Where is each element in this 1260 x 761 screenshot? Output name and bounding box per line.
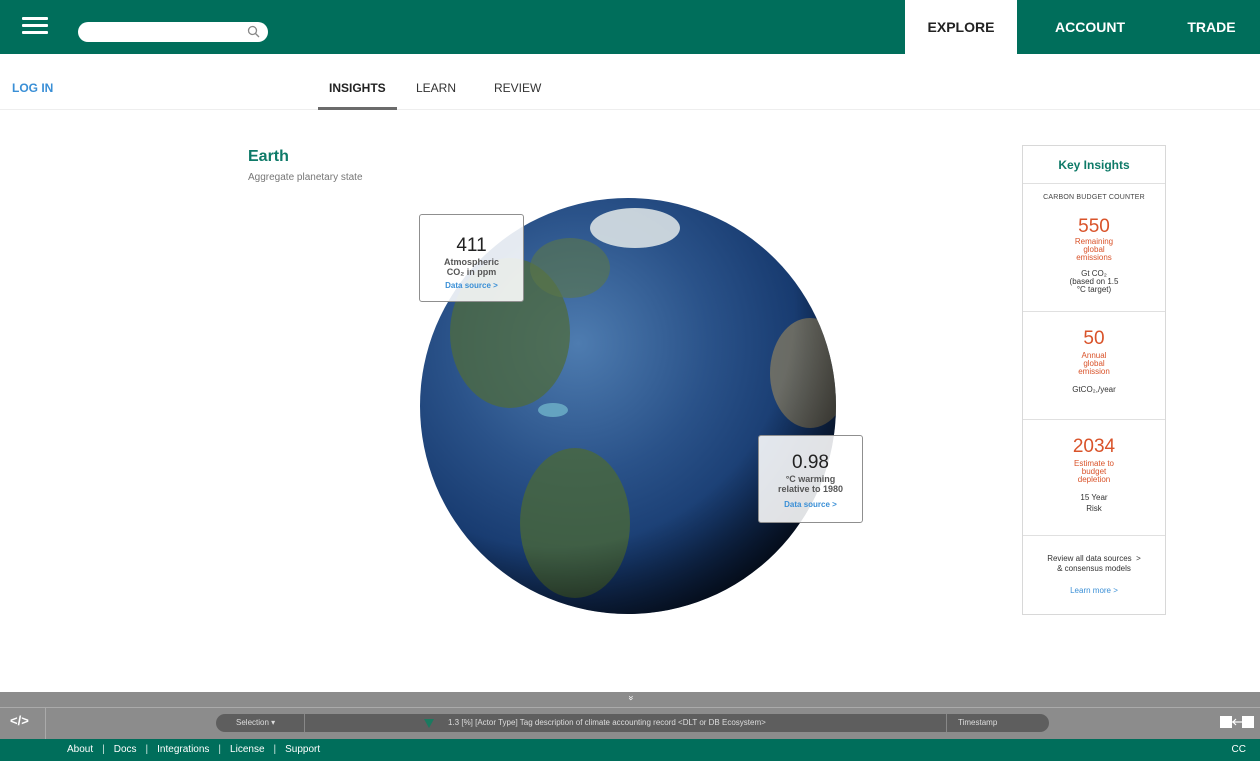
budget-unit-3: °C target)	[1076, 285, 1112, 294]
dev-bar-divider	[0, 707, 1260, 708]
page-subtitle: Aggregate planetary state	[248, 172, 363, 183]
timestamp-field[interactable]: Timestamp	[958, 718, 997, 727]
top-bar: EXPLORE ACCOUNT TRADE	[0, 0, 1260, 54]
tab-insights[interactable]: INSIGHTS	[329, 81, 386, 95]
selection-dropdown[interactable]: Selection ▾	[236, 718, 275, 727]
footer: About | Docs | Integrations | License | Supp…	[0, 739, 1260, 761]
budget-line-3: emissions	[1076, 253, 1112, 262]
warming-callout: 0.98 °C warming relative to 1980 Data so…	[758, 435, 863, 523]
co2-callout: 411 Atmospheric CO₂ in ppm Data source >	[419, 214, 524, 302]
nav-tab-account[interactable]: ACCOUNT	[1017, 0, 1163, 54]
cc-license-link[interactable]: CC	[1232, 744, 1246, 755]
footer-docs-link[interactable]: Docs	[114, 744, 137, 755]
search-input[interactable]	[78, 22, 268, 42]
tab-learn[interactable]: LEARN	[416, 81, 456, 95]
login-link[interactable]: LOG IN	[12, 81, 53, 95]
footer-links: About | Docs | Integrations | License | Supp…	[67, 744, 321, 755]
review-line-1: Review all data sources >	[1047, 554, 1141, 563]
active-tab-indicator	[318, 107, 397, 110]
footer-support-link[interactable]: Support	[285, 744, 320, 755]
warming-label-1: °C warming	[785, 474, 836, 484]
pill-divider-1	[304, 714, 305, 732]
review-sources-block: Review all data sources > & consensus mo…	[1023, 554, 1165, 595]
nav-tab-explore[interactable]: EXPLORE	[905, 0, 1017, 54]
depletion-unit-2: Risk	[1086, 504, 1102, 513]
carbon-budget-counter-label: CARBON BUDGET COUNTER	[1043, 194, 1145, 201]
record-bar: Selection ▾ 1.3 [%] [Actor Type] Tag des…	[216, 714, 1049, 732]
depletion-line-3: depletion	[1077, 475, 1111, 484]
co2-label-1: Atmospheric	[443, 257, 499, 267]
pill-divider-2	[946, 714, 947, 732]
hamburger-menu-icon[interactable]	[22, 17, 48, 37]
budget-remaining-value: 550	[1078, 216, 1110, 237]
record-description: 1.3 [%] [Actor Type] Tag description of …	[448, 718, 766, 727]
nav-tab-trade[interactable]: TRADE	[1163, 0, 1260, 54]
depletion-unit-1: 15 Year	[1080, 493, 1108, 502]
warming-data-source-link[interactable]: Data source >	[759, 500, 862, 509]
tab-review[interactable]: REVIEW	[494, 81, 541, 95]
footer-license-link[interactable]: License	[230, 744, 264, 755]
warming-label-2: relative to 1980	[777, 484, 844, 494]
learn-more-link[interactable]: Learn more >	[1023, 586, 1165, 595]
warming-value: 0.98	[792, 452, 829, 473]
developer-bar: » </> Selection ▾ 1.3 [%] [Actor Type] T…	[0, 692, 1260, 739]
budget-remaining-block: 550 Remaining global emissions Gt CO₂ (b…	[1023, 208, 1165, 312]
review-sources-link[interactable]: Review all data sources > & consensus mo…	[1023, 554, 1165, 574]
key-insights-title: Key Insights	[1023, 146, 1165, 184]
annual-emission-value: 50	[1083, 328, 1105, 349]
annual-emission-block: 50 Annual global emission GtCO₂,/year	[1023, 312, 1165, 420]
co2-data-source-link[interactable]: Data source >	[420, 281, 523, 290]
search-icon[interactable]	[247, 25, 261, 39]
key-insights-panel: Key Insights CARBON BUDGET COUNTER 550 R…	[1022, 145, 1166, 615]
footer-about-link[interactable]: About	[67, 744, 93, 755]
code-view-button[interactable]: </>	[10, 713, 29, 728]
dev-separator	[45, 708, 46, 739]
review-line-2: & consensus models	[1057, 564, 1131, 573]
sub-nav-bar: LOG IN INSIGHTS LEARN REVIEW	[0, 54, 1260, 110]
depletion-block: 2034 Estimate to budget depletion 15 Yea…	[1023, 420, 1165, 536]
dock-panel-icon[interactable]	[1218, 714, 1256, 730]
depletion-year-value: 2034	[1072, 436, 1116, 457]
expand-chevron-icon[interactable]: »	[627, 695, 637, 700]
co2-value: 411	[456, 235, 487, 256]
chevron-right-icon: >	[1133, 554, 1141, 563]
footer-integrations-link[interactable]: Integrations	[157, 744, 209, 755]
annual-unit: GtCO₂,/year	[1072, 385, 1116, 394]
marker-triangle-icon	[424, 719, 434, 728]
page-title: Earth	[248, 148, 289, 165]
co2-label-2: CO₂ in ppm	[446, 267, 497, 277]
annual-line-3: emission	[1078, 367, 1110, 376]
